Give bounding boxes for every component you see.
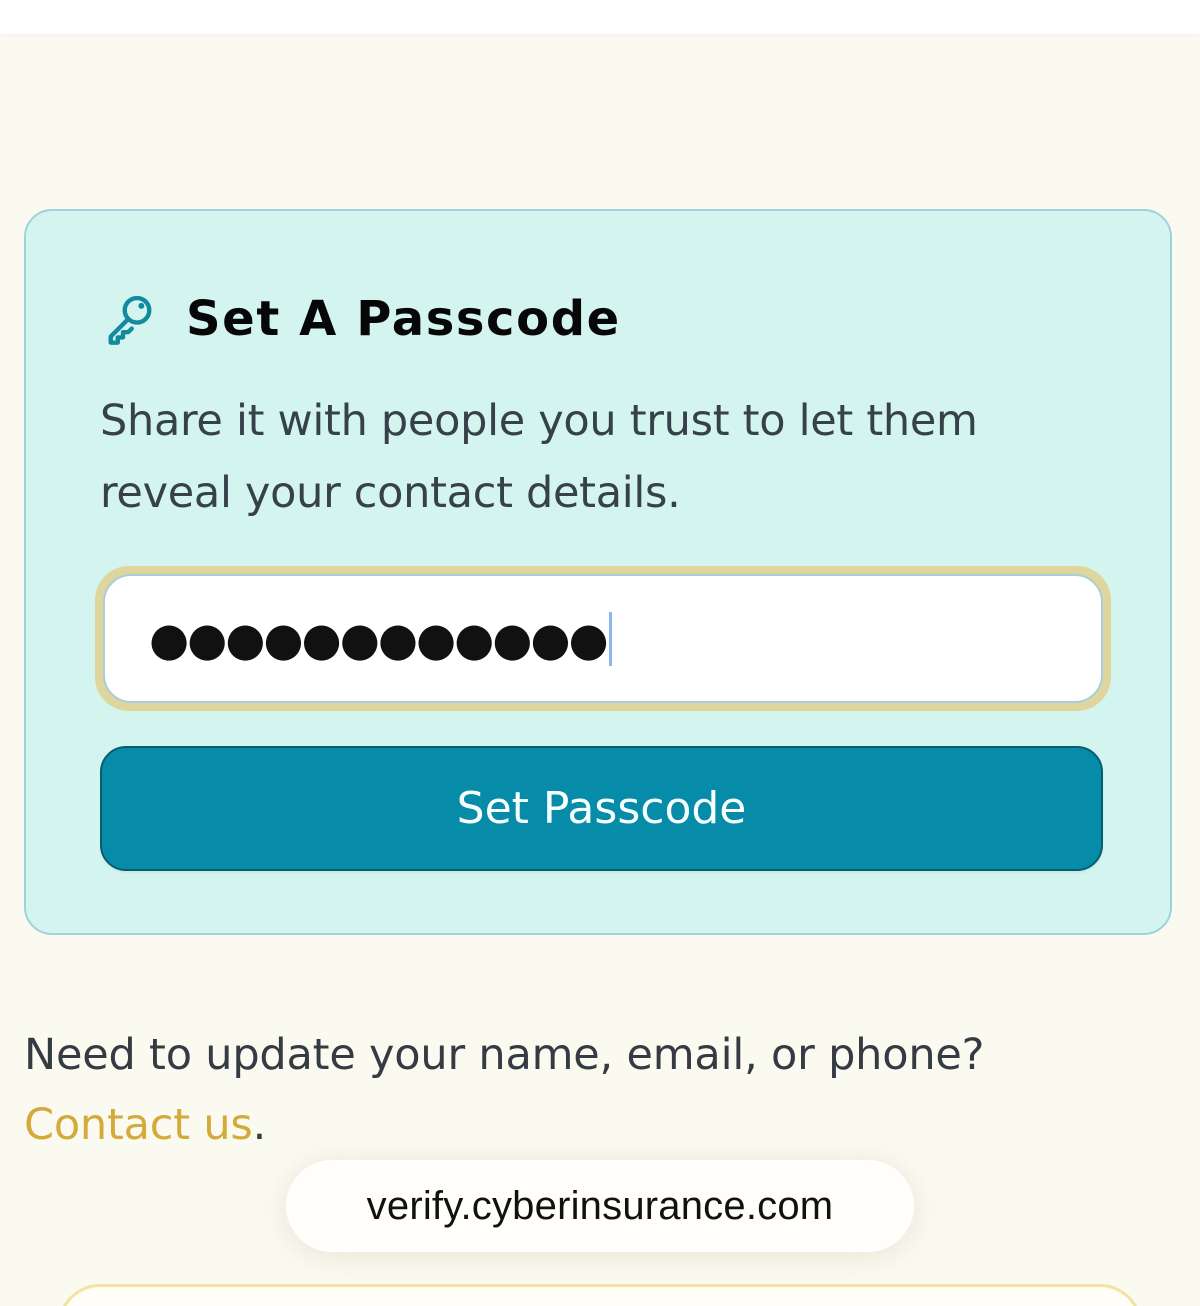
passcode-input-focus-ring: ●●●●●●●●●●●● — [95, 566, 1111, 711]
contact-us-link[interactable]: Contact us — [24, 1100, 253, 1150]
set-passcode-card: Set A Passcode Share it with people you … — [24, 209, 1172, 935]
masked-passcode-value: ●●●●●●●●●●●● — [149, 611, 609, 666]
passcode-header: Set A Passcode — [102, 289, 1082, 349]
contact-help-message: Need to update your name, email, or phon… — [24, 1030, 985, 1080]
page-title: Set A Passcode — [186, 291, 621, 347]
passcode-input[interactable]: ●●●●●●●●●●●● — [103, 574, 1103, 703]
contact-help-punctuation: . — [252, 1100, 267, 1150]
next-card — [58, 1284, 1142, 1306]
browser-url: verify.cyberinsurance.com — [366, 1183, 834, 1228]
previous-card — [0, 0, 1200, 34]
passcode-description: Share it with people you trust to let th… — [100, 396, 978, 518]
contact-help-text: Need to update your name, email, or phon… — [24, 1020, 1144, 1160]
key-icon — [108, 295, 152, 345]
set-passcode-button[interactable]: Set Passcode — [100, 746, 1103, 871]
browser-url-pill[interactable]: verify.cyberinsurance.com — [286, 1160, 914, 1252]
profile-page: Set A Passcode Share it with people you … — [0, 0, 1200, 1306]
text-cursor — [608, 611, 612, 666]
